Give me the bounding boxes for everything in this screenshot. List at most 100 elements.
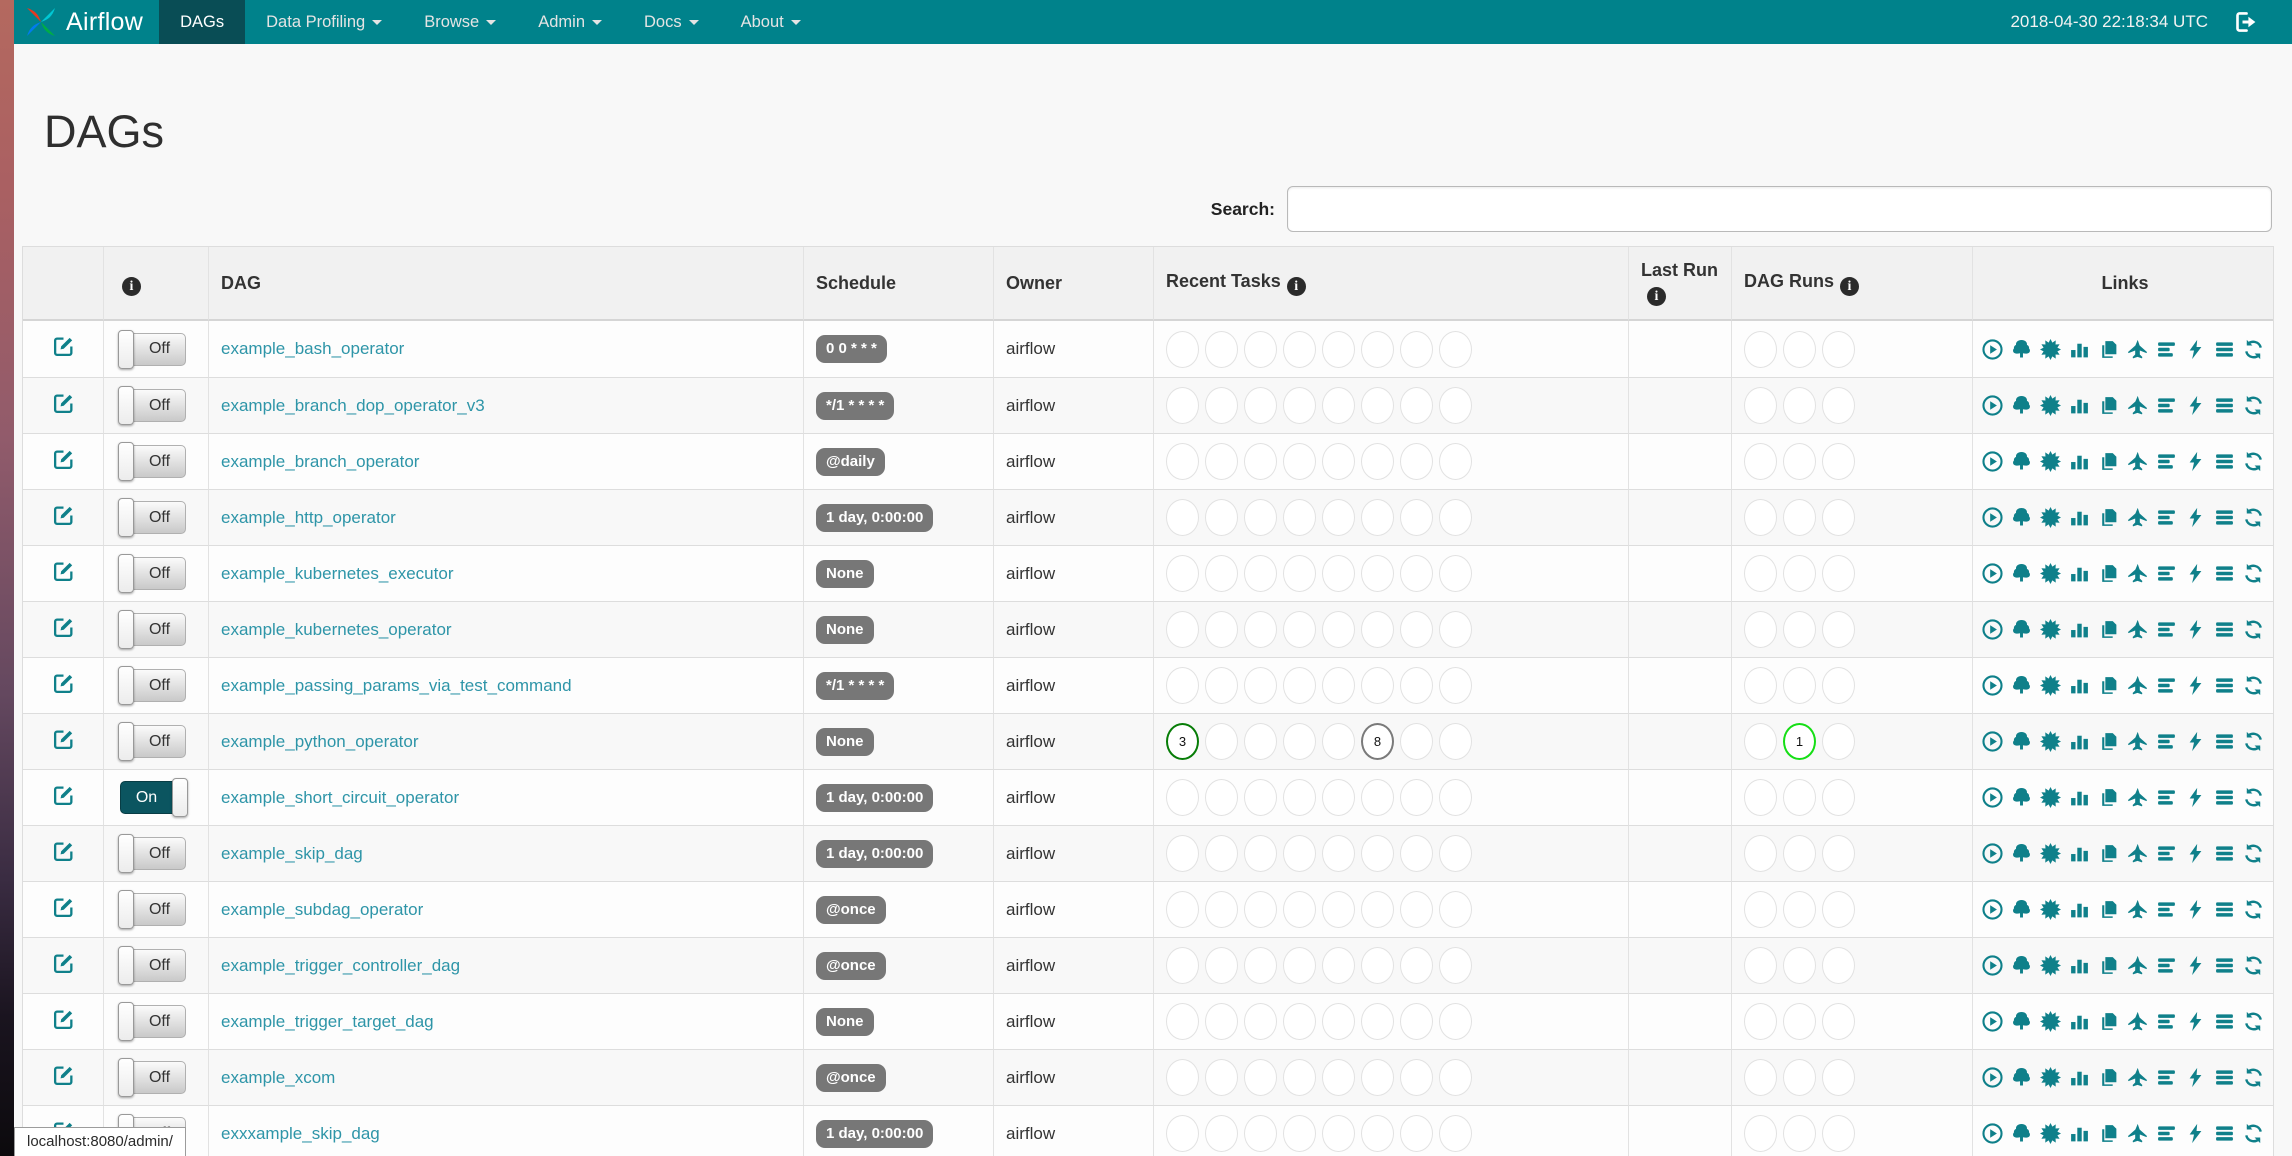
dag-pause-toggle[interactable]: Off xyxy=(118,666,186,705)
code-view-icon[interactable] xyxy=(2185,1067,2206,1088)
code-view-icon[interactable] xyxy=(2185,899,2206,920)
trigger-dag-icon[interactable] xyxy=(1982,1067,2003,1088)
task-state-circle[interactable] xyxy=(1283,499,1316,536)
dag-run-circle[interactable] xyxy=(1822,947,1855,984)
task-state-circle[interactable]: 3 xyxy=(1166,723,1199,760)
dag-details-icon[interactable] xyxy=(2214,563,2235,584)
column-header-links[interactable]: Links xyxy=(1972,247,2273,321)
graph-view-icon[interactable] xyxy=(2040,1067,2061,1088)
task-duration-icon[interactable] xyxy=(2069,731,2090,752)
refresh-icon[interactable] xyxy=(2243,843,2264,864)
graph-view-icon[interactable] xyxy=(2040,338,2061,360)
tree-view-icon[interactable] xyxy=(2011,395,2032,416)
dag-pause-toggle[interactable]: On xyxy=(120,778,188,817)
dag-name-link[interactable]: example_trigger_controller_dag xyxy=(221,956,460,975)
refresh-icon[interactable] xyxy=(2243,787,2264,808)
column-header-dag-runs[interactable]: DAG Runs i xyxy=(1731,247,1972,321)
code-view-icon[interactable] xyxy=(2185,843,2206,864)
task-tries-icon[interactable] xyxy=(2098,675,2119,696)
task-state-circle[interactable] xyxy=(1205,387,1238,424)
gantt-icon[interactable] xyxy=(2156,787,2177,808)
dag-run-circle[interactable] xyxy=(1822,330,1855,368)
trigger-dag-icon[interactable] xyxy=(1982,675,2003,696)
dag-run-circle[interactable] xyxy=(1744,1115,1777,1152)
task-state-circle[interactable] xyxy=(1166,835,1199,872)
task-state-circle[interactable] xyxy=(1283,891,1316,928)
task-state-circle[interactable] xyxy=(1361,835,1394,872)
task-state-circle[interactable] xyxy=(1166,330,1199,368)
task-state-circle[interactable] xyxy=(1205,1003,1238,1040)
task-state-circle[interactable] xyxy=(1205,667,1238,704)
task-state-circle[interactable] xyxy=(1205,611,1238,648)
task-state-circle[interactable] xyxy=(1205,779,1238,816)
code-view-icon[interactable] xyxy=(2185,1123,2206,1144)
task-state-circle[interactable] xyxy=(1322,835,1355,872)
dag-name-link[interactable]: example_bash_operator xyxy=(221,339,404,358)
graph-view-icon[interactable] xyxy=(2040,787,2061,808)
tree-view-icon[interactable] xyxy=(2011,787,2032,808)
refresh-icon[interactable] xyxy=(2243,619,2264,640)
refresh-icon[interactable] xyxy=(2243,563,2264,584)
task-state-circle[interactable] xyxy=(1283,667,1316,704)
code-view-icon[interactable] xyxy=(2185,1011,2206,1032)
task-state-circle[interactable] xyxy=(1361,443,1394,480)
task-state-circle[interactable] xyxy=(1283,330,1316,368)
dag-run-circle[interactable] xyxy=(1783,611,1816,648)
trigger-dag-icon[interactable] xyxy=(1982,843,2003,864)
dag-run-circle[interactable] xyxy=(1744,499,1777,536)
graph-view-icon[interactable] xyxy=(2040,507,2061,528)
task-state-circle[interactable] xyxy=(1322,723,1355,760)
tree-view-icon[interactable] xyxy=(2011,843,2032,864)
graph-view-icon[interactable] xyxy=(2040,619,2061,640)
task-state-circle[interactable] xyxy=(1205,1059,1238,1096)
dag-run-circle[interactable] xyxy=(1822,387,1855,424)
refresh-icon[interactable] xyxy=(2243,1011,2264,1032)
edit-dag-icon[interactable] xyxy=(52,896,75,919)
trigger-dag-icon[interactable] xyxy=(1982,451,2003,472)
task-state-circle[interactable] xyxy=(1322,947,1355,984)
task-state-circle[interactable] xyxy=(1439,555,1472,592)
trigger-dag-icon[interactable] xyxy=(1982,787,2003,808)
graph-view-icon[interactable] xyxy=(2040,899,2061,920)
refresh-icon[interactable] xyxy=(2243,1067,2264,1088)
task-duration-icon[interactable] xyxy=(2069,675,2090,696)
refresh-icon[interactable] xyxy=(2243,1123,2264,1144)
gantt-icon[interactable] xyxy=(2156,899,2177,920)
landing-times-icon[interactable] xyxy=(2127,395,2148,416)
nav-item-browse[interactable]: Browse xyxy=(403,0,517,44)
dag-name-link[interactable]: example_trigger_target_dag xyxy=(221,1012,434,1031)
dag-name-link[interactable]: example_python_operator xyxy=(221,732,419,751)
task-tries-icon[interactable] xyxy=(2098,1123,2119,1144)
task-state-circle[interactable] xyxy=(1361,1003,1394,1040)
airflow-brand[interactable]: Airflow xyxy=(14,0,159,44)
landing-times-icon[interactable] xyxy=(2127,1011,2148,1032)
edit-dag-icon[interactable] xyxy=(52,672,75,695)
dag-details-icon[interactable] xyxy=(2214,619,2235,640)
dag-details-icon[interactable] xyxy=(2214,395,2235,416)
task-state-circle[interactable] xyxy=(1283,1115,1316,1152)
task-state-circle[interactable] xyxy=(1166,779,1199,816)
landing-times-icon[interactable] xyxy=(2127,955,2148,976)
dag-run-circle[interactable] xyxy=(1822,723,1855,760)
task-state-circle[interactable] xyxy=(1166,387,1199,424)
task-tries-icon[interactable] xyxy=(2098,339,2119,360)
task-state-circle[interactable] xyxy=(1283,947,1316,984)
graph-view-icon[interactable] xyxy=(2040,395,2061,416)
edit-dag-icon[interactable] xyxy=(52,616,75,639)
dag-run-circle[interactable] xyxy=(1783,499,1816,536)
task-tries-icon[interactable] xyxy=(2098,451,2119,472)
graph-view-icon[interactable] xyxy=(2040,1123,2061,1144)
task-state-circle[interactable] xyxy=(1322,443,1355,480)
landing-times-icon[interactable] xyxy=(2127,787,2148,808)
dag-name-link[interactable]: example_skip_dag xyxy=(221,844,363,863)
task-state-circle[interactable] xyxy=(1244,387,1277,424)
dag-run-circle[interactable] xyxy=(1744,611,1777,648)
nav-item-about[interactable]: About xyxy=(720,0,822,44)
dag-run-circle[interactable] xyxy=(1744,443,1777,480)
landing-times-icon[interactable] xyxy=(2127,1067,2148,1088)
dag-details-icon[interactable] xyxy=(2214,731,2235,752)
landing-times-icon[interactable] xyxy=(2127,563,2148,584)
task-state-circle[interactable] xyxy=(1400,387,1433,424)
code-view-icon[interactable] xyxy=(2185,395,2206,416)
task-state-circle[interactable] xyxy=(1361,891,1394,928)
